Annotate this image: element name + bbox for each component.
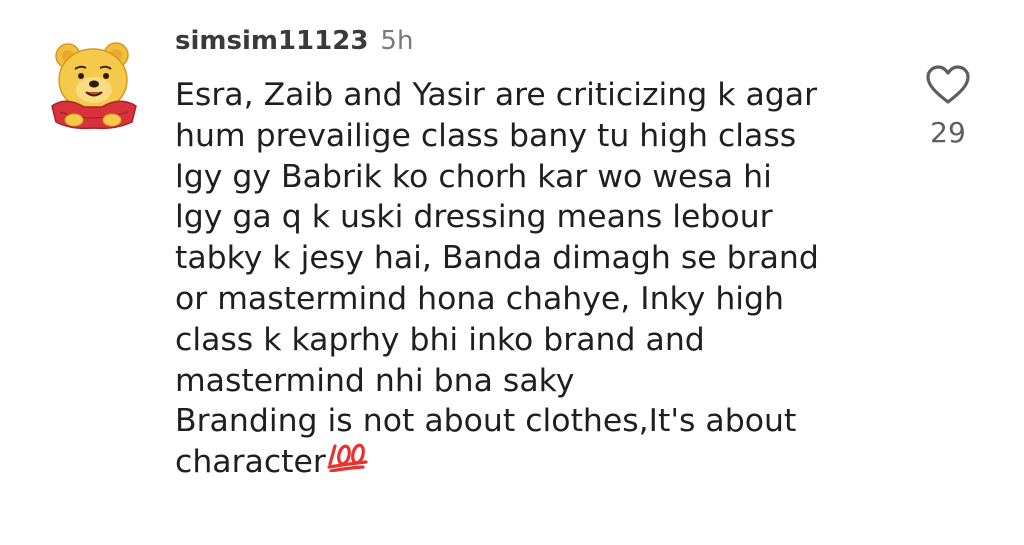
comment-text-line: tabky k jesy hai, Banda dimagh se brand <box>175 240 819 277</box>
heart-icon[interactable] <box>925 64 971 106</box>
comment-text-line: Branding is not about clothes,It's about <box>175 403 797 440</box>
comment-text-line: class k kaprhy bhi inko brand and <box>175 321 705 358</box>
comment-text-line: Esra, Zaib and Yasir are criticizing k a… <box>175 77 818 113</box>
like-control: 29 <box>923 64 973 149</box>
comment-last-line: character <box>175 442 910 483</box>
comment-text-line: lgy ga q k uski dressing means lebour <box>175 199 773 236</box>
comment: simsim11123 5h Esra, Zaib and Yasir are … <box>0 0 1024 545</box>
comment-text-line: mastermind nhi bna saky <box>175 362 575 399</box>
comment-text-line: character <box>175 444 326 481</box>
like-count: 29 <box>930 116 966 149</box>
avatar[interactable] <box>44 32 142 130</box>
winnie-the-pooh-icon <box>51 42 137 130</box>
hundred-points-emoji-icon <box>327 443 368 473</box>
comment-body: Esra, Zaib and Yasir are criticizing k a… <box>175 75 910 483</box>
timestamp: 5h <box>380 26 414 56</box>
username[interactable]: simsim11123 <box>175 26 368 56</box>
comment-text-line: hum prevailige class bany tu high class <box>175 117 797 154</box>
comment-text-line: lgy gy Babrik ko chorh kar wo wesa hi <box>175 158 772 195</box>
comment-text-line: or mastermind hona chahye, Inky high <box>175 280 784 317</box>
comment-header: simsim11123 5h <box>175 26 413 56</box>
